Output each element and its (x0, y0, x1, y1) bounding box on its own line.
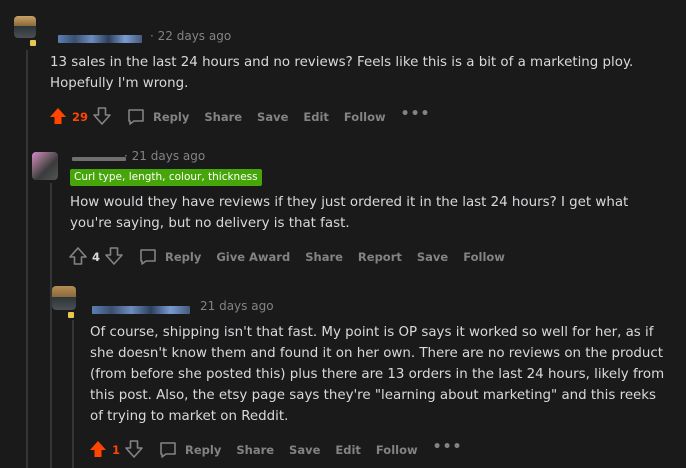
comment-body: 13 sales in the last 24 hours and no rev… (50, 55, 634, 91)
thread-line[interactable] (72, 320, 74, 468)
avatar[interactable] (14, 16, 36, 38)
avatar-badge (30, 40, 36, 46)
reply-button[interactable]: Reply (126, 107, 189, 127)
edit-button[interactable]: Edit (335, 443, 361, 457)
comment-body: Of course, shipping isn't that fast. My … (90, 325, 665, 424)
username[interactable] (92, 306, 190, 314)
downvote-icon[interactable] (124, 439, 144, 462)
reply-button[interactable]: Reply (158, 440, 221, 460)
upvote-icon[interactable] (88, 439, 108, 462)
username[interactable] (72, 157, 126, 161)
thread-line[interactable] (26, 50, 28, 468)
vote-group: 29 (48, 106, 112, 129)
downvote-icon[interactable] (92, 106, 112, 129)
save-button[interactable]: Save (257, 110, 288, 124)
save-button[interactable]: Save (289, 443, 320, 457)
comment-body: How would they have reviews if they just… (70, 195, 629, 231)
action-bar: 29 Reply Share Save Edit Follow ••• (48, 105, 445, 129)
comment-icon (140, 249, 156, 265)
edit-button[interactable]: Edit (303, 110, 329, 124)
share-button[interactable]: Share (305, 250, 343, 264)
action-bar: 4 Reply Give Award Share Report Save Fol… (68, 245, 520, 269)
vote-group: 4 (68, 246, 124, 269)
reply-button[interactable]: Reply (138, 247, 201, 267)
more-options-icon[interactable]: ••• (401, 107, 431, 121)
more-options-icon[interactable]: ••• (433, 440, 463, 454)
username[interactable] (58, 35, 142, 43)
downvote-icon[interactable] (104, 246, 124, 269)
comment-meta: 21 days ago (200, 299, 274, 313)
timestamp[interactable]: 22 days ago (158, 29, 232, 43)
upvote-icon[interactable] (68, 246, 88, 269)
timestamp[interactable]: 21 days ago (200, 299, 274, 313)
upvote-icon[interactable] (48, 106, 68, 129)
follow-button[interactable]: Follow (344, 110, 386, 124)
vote-score: 1 (112, 443, 121, 457)
avatar[interactable] (52, 286, 76, 310)
give-award-button[interactable]: Give Award (216, 250, 290, 264)
comment-icon (128, 109, 144, 125)
comment-icon (160, 442, 176, 458)
avatar-badge (68, 312, 74, 318)
save-button[interactable]: Save (417, 250, 448, 264)
user-flair: Curl type, length, colour, thickness (70, 169, 262, 186)
avatar[interactable] (32, 152, 58, 180)
comment-meta: · 22 days ago (150, 29, 232, 43)
vote-group: 1 (88, 439, 144, 462)
timestamp[interactable]: 21 days ago (132, 149, 206, 163)
vote-score: 29 (72, 110, 89, 124)
follow-button[interactable]: Follow (376, 443, 418, 457)
follow-button[interactable]: Follow (463, 250, 505, 264)
thread-line[interactable] (50, 183, 52, 468)
action-bar: 1 Reply Share Save Edit Follow ••• (88, 438, 477, 462)
comment-meta: · 21 days ago (124, 149, 206, 163)
vote-score: 4 (92, 250, 101, 264)
share-button[interactable]: Share (204, 110, 242, 124)
report-button[interactable]: Report (358, 250, 402, 264)
share-button[interactable]: Share (236, 443, 274, 457)
